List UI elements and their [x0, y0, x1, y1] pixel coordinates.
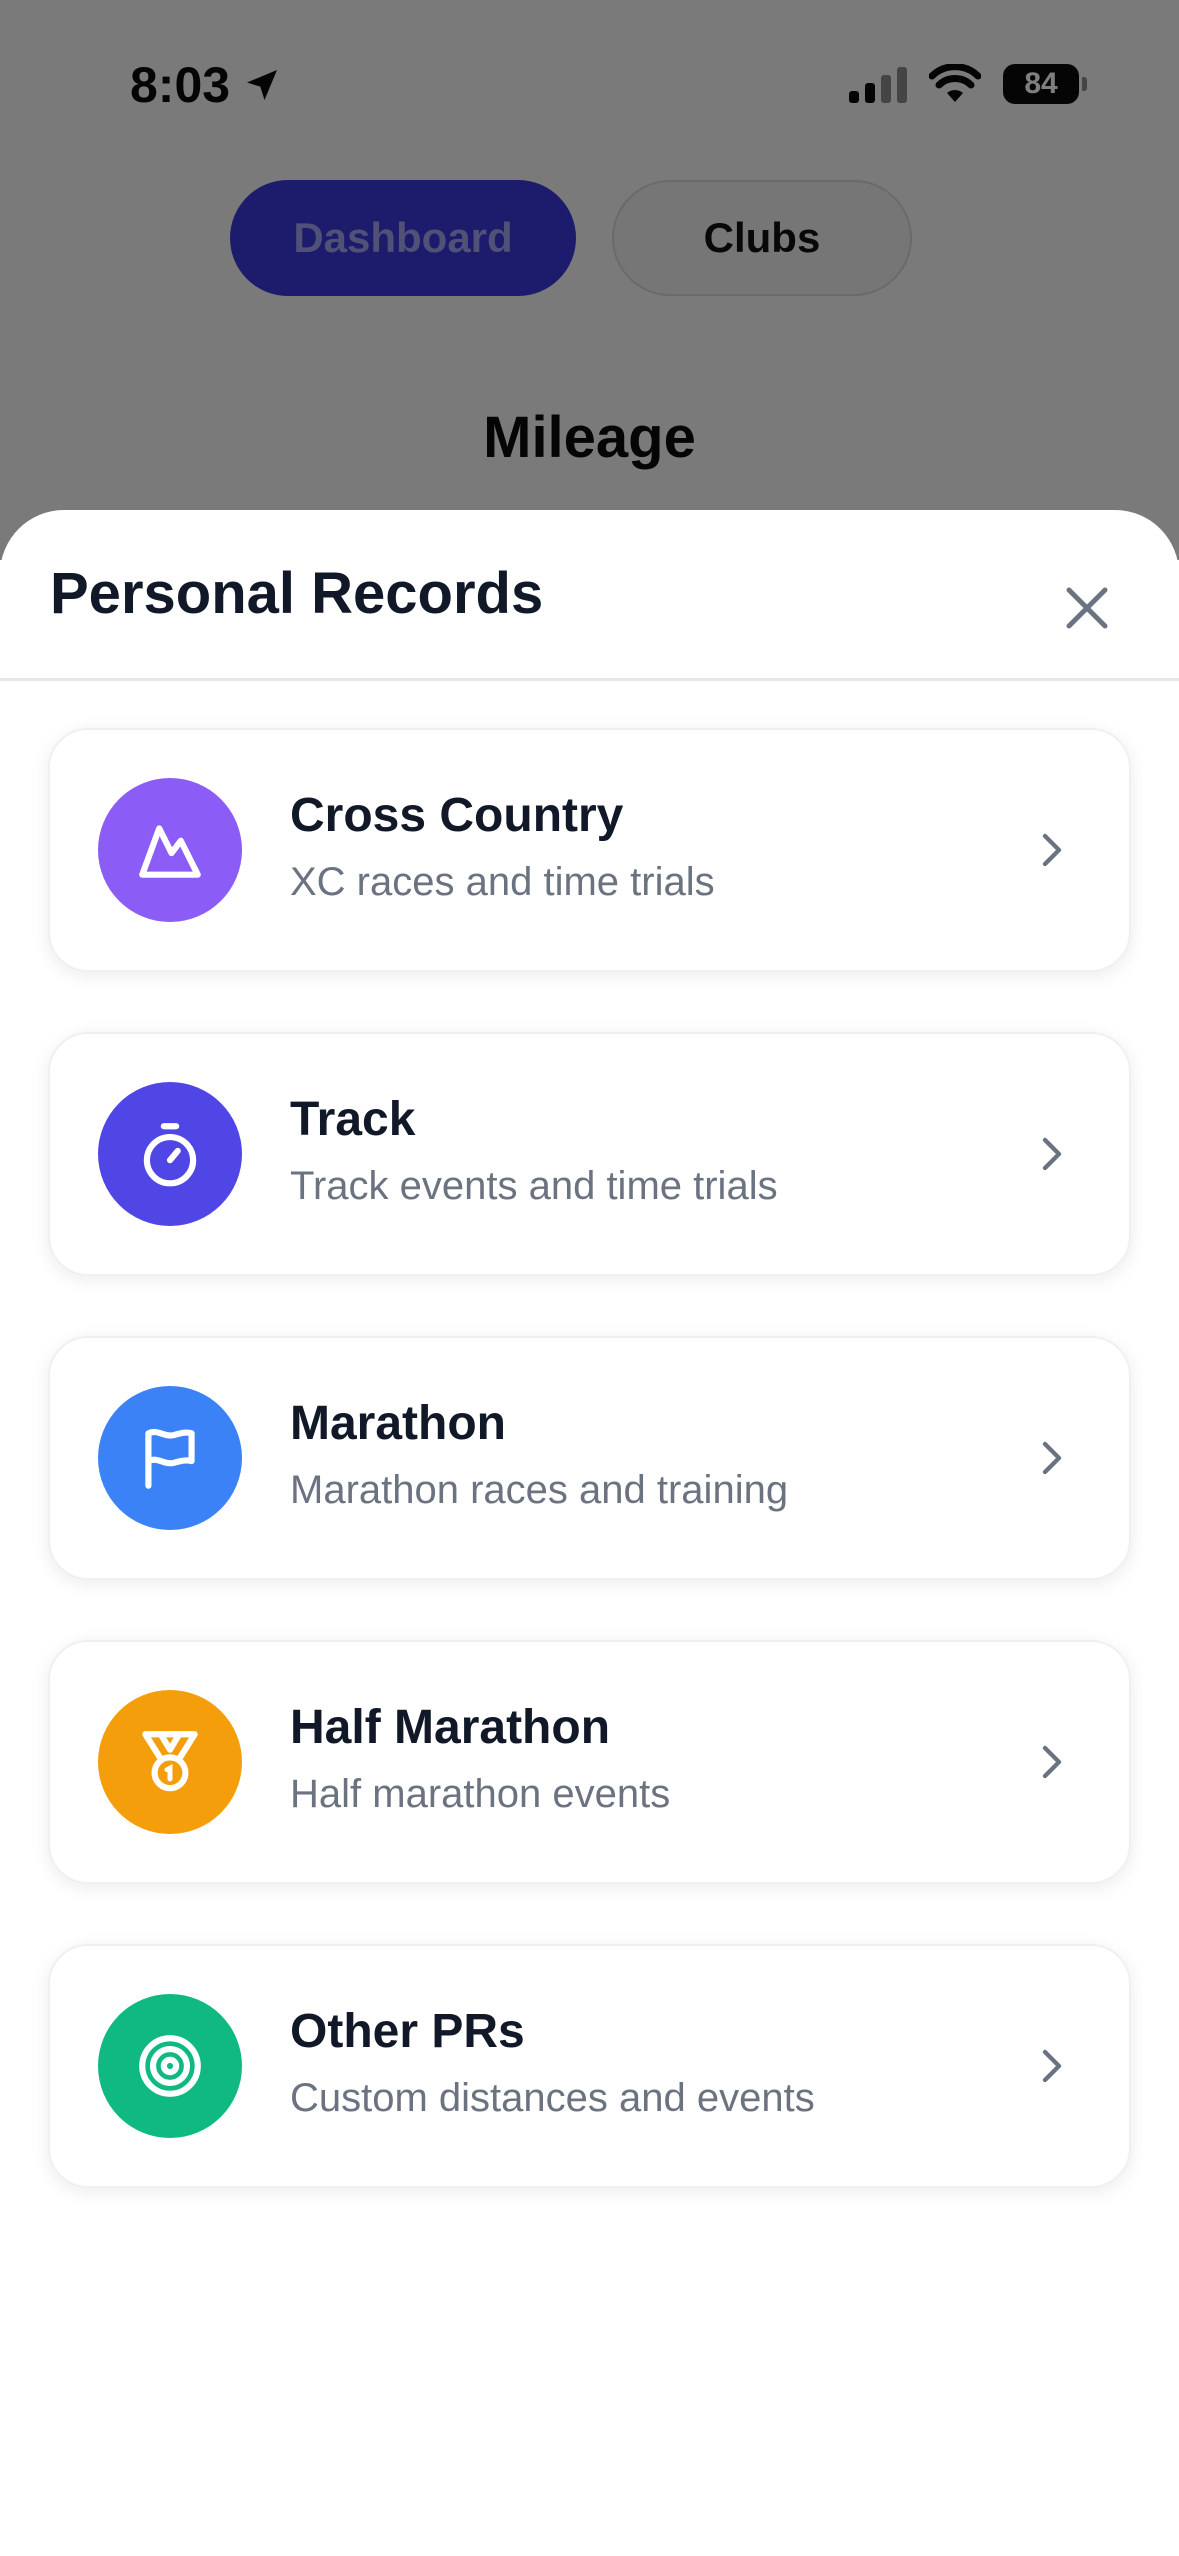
record-card-half-marathon[interactable]: Half Marathon Half marathon events — [48, 1640, 1131, 1884]
modal-backdrop[interactable] — [0, 0, 1179, 560]
sheet-title: Personal Records — [50, 561, 544, 626]
records-list: Cross Country XC races and time trials T… — [48, 728, 1131, 2248]
stopwatch-icon — [143, 1123, 197, 1187]
flag-icon — [145, 1428, 195, 1489]
card-title: Cross Country — [290, 789, 624, 842]
card-title: Other PRs — [290, 2005, 525, 2058]
record-card-other-prs[interactable]: Other PRs Custom distances and events — [48, 1944, 1131, 2188]
cross-country-icon-badge — [98, 778, 242, 922]
half-marathon-icon-badge — [98, 1690, 242, 1834]
record-card-cross-country[interactable]: Cross Country XC races and time trials — [48, 728, 1131, 972]
card-title: Track — [290, 1093, 416, 1146]
card-subtitle: Half marathon events — [290, 1772, 671, 1816]
medal-icon — [142, 1731, 198, 1792]
card-subtitle: Custom distances and events — [290, 2076, 815, 2120]
record-card-marathon[interactable]: Marathon Marathon races and training — [48, 1336, 1131, 1580]
record-card-track[interactable]: Track Track events and time trials — [48, 1032, 1131, 1276]
track-icon-badge — [98, 1082, 242, 1226]
mountain-icon — [139, 825, 201, 878]
card-title: Marathon — [290, 1397, 506, 1450]
close-button[interactable] — [1039, 560, 1135, 656]
marathon-icon-badge — [98, 1386, 242, 1530]
card-title: Half Marathon — [290, 1701, 611, 1754]
other-prs-icon-badge — [98, 1994, 242, 2138]
chevron-right-icon — [1042, 2049, 1062, 2083]
card-subtitle: Track events and time trials — [290, 1164, 778, 1208]
card-subtitle: Marathon races and training — [290, 1468, 789, 1512]
chevron-right-icon — [1042, 1137, 1062, 1171]
chevron-right-icon — [1042, 1441, 1062, 1475]
personal-records-sheet: Personal Records Cross Country XC races … — [0, 510, 1179, 2556]
sheet-header: Personal Records — [0, 510, 1179, 681]
close-icon — [1066, 587, 1108, 629]
target-icon — [139, 2035, 201, 2097]
chevron-right-icon — [1042, 833, 1062, 867]
chevron-right-icon — [1042, 1745, 1062, 1779]
card-subtitle: XC races and time trials — [290, 860, 715, 904]
